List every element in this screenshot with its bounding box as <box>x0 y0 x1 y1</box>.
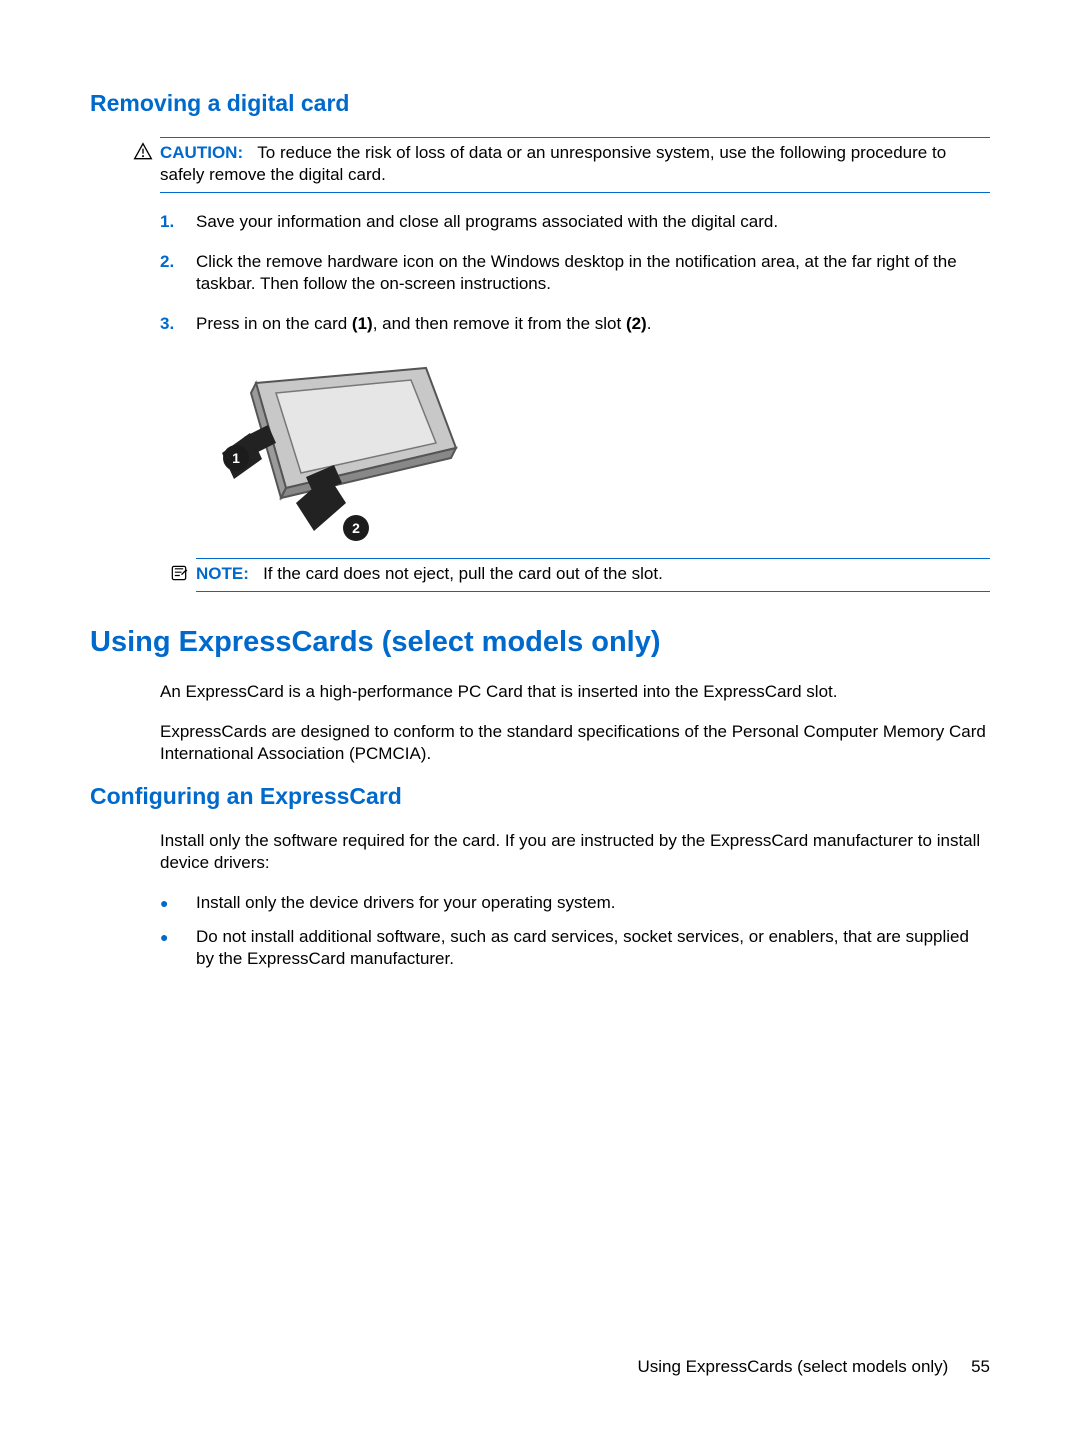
step-number: 1. <box>160 211 196 233</box>
card-removal-illustration: 1 2 <box>196 353 990 548</box>
bullet-icon: ● <box>160 926 196 970</box>
caution-admonition: CAUTION: To reduce the risk of loss of d… <box>160 137 990 193</box>
step-number: 2. <box>160 251 196 295</box>
heading-expresscards: Using ExpressCards (select models only) <box>90 626 990 659</box>
step-3: 3. Press in on the card (1), and then re… <box>160 313 990 335</box>
step-1: 1. Save your information and close all p… <box>160 211 990 233</box>
page-footer: Using ExpressCards (select models only) … <box>638 1357 991 1377</box>
step3-callout-2: (2) <box>626 314 647 333</box>
expresscard-para-2: ExpressCards are designed to conform to … <box>160 721 990 765</box>
heading-removing-digital-card: Removing a digital card <box>90 90 990 117</box>
caution-icon <box>132 142 154 164</box>
step-text: Click the remove hardware icon on the Wi… <box>196 251 990 295</box>
configure-para: Install only the software required for t… <box>160 830 990 874</box>
step-text: Save your information and close all prog… <box>196 211 990 233</box>
step3-mid: , and then remove it from the slot <box>373 314 626 333</box>
step-number: 3. <box>160 313 196 335</box>
bullet-text: Do not install additional software, such… <box>196 926 990 970</box>
step3-post: . <box>647 314 652 333</box>
note-label: NOTE: <box>196 564 249 583</box>
bullet-icon: ● <box>160 892 196 914</box>
note-icon <box>168 563 190 585</box>
step3-pre: Press in on the card <box>196 314 352 333</box>
svg-text:1: 1 <box>232 450 240 466</box>
configure-bullet-list: ● Install only the device drivers for yo… <box>160 892 990 970</box>
svg-text:2: 2 <box>352 520 360 536</box>
note-content: NOTE: If the card does not eject, pull t… <box>196 564 663 583</box>
footer-text: Using ExpressCards (select models only) <box>638 1357 949 1376</box>
expresscard-para-1: An ExpressCard is a high-performance PC … <box>160 681 990 703</box>
heading-configuring-expresscard: Configuring an ExpressCard <box>90 783 990 810</box>
bullet-text: Install only the device drivers for your… <box>196 892 990 914</box>
note-text: If the card does not eject, pull the car… <box>263 564 663 583</box>
list-item: ● Do not install additional software, su… <box>160 926 990 970</box>
caution-content: CAUTION: To reduce the risk of loss of d… <box>160 143 946 184</box>
note-admonition: NOTE: If the card does not eject, pull t… <box>196 558 990 592</box>
page: Removing a digital card CAUTION: To redu… <box>0 0 1080 1437</box>
caution-text: To reduce the risk of loss of data or an… <box>160 143 946 184</box>
page-number: 55 <box>971 1357 990 1376</box>
steps-list: 1. Save your information and close all p… <box>160 211 990 335</box>
step-2: 2. Click the remove hardware icon on the… <box>160 251 990 295</box>
caution-label: CAUTION: <box>160 143 243 162</box>
step3-callout-1: (1) <box>352 314 373 333</box>
list-item: ● Install only the device drivers for yo… <box>160 892 990 914</box>
step-text: Press in on the card (1), and then remov… <box>196 313 990 335</box>
